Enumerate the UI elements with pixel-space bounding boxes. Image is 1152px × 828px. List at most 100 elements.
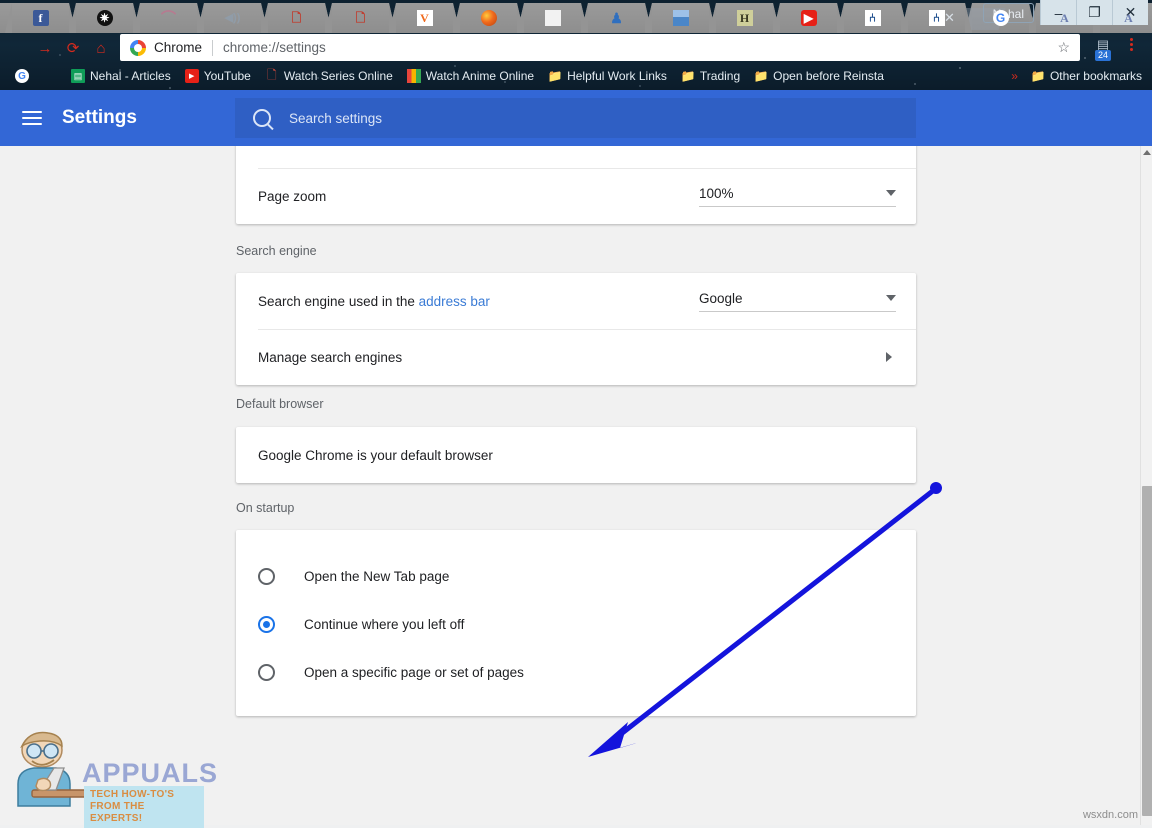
page-zoom-select[interactable]: 100% xyxy=(699,186,896,207)
zebra-icon: ⑃ xyxy=(929,10,945,26)
tab-item-11[interactable] xyxy=(652,3,709,33)
settings-search-box[interactable]: Search settings xyxy=(235,98,916,138)
tab-item-15[interactable]: ⑃ xyxy=(908,3,965,33)
scrollbar-thumb[interactable] xyxy=(1142,486,1152,816)
default-browser-card: Google Chrome is your default browser xyxy=(236,427,916,483)
startup-option-continue[interactable]: Continue where you left off xyxy=(236,600,916,648)
youtube-icon: ▶ xyxy=(185,69,199,83)
page-zoom-value: 100% xyxy=(699,186,734,201)
tab-item-9[interactable] xyxy=(524,3,581,33)
search-engine-row: Search engine used in the address bar Go… xyxy=(236,273,916,329)
radio-button-icon xyxy=(258,568,275,585)
search-icon xyxy=(253,109,271,127)
search-engine-section-title: Search engine xyxy=(236,244,317,258)
document-icon: 🗋 xyxy=(289,10,305,26)
tab-item-5[interactable]: 🗋 xyxy=(268,3,325,33)
close-tab-icon[interactable]: ✕ xyxy=(944,10,955,26)
default-browser-section-title: Default browser xyxy=(236,397,324,411)
reload-icon[interactable]: ⟳ xyxy=(64,39,82,57)
extension-badge: 24 xyxy=(1095,50,1111,61)
bookmark-other-bookmarks[interactable]: 📁 Other bookmarks xyxy=(1024,65,1152,87)
page-scrollbar[interactable] xyxy=(1140,146,1152,825)
bookmark-watch-series-online[interactable]: 🗋 Watch Series Online xyxy=(258,65,400,87)
bookmarks-overflow-icon[interactable]: » xyxy=(1011,69,1024,83)
appuals-wordmark: APPUALS xyxy=(82,758,218,789)
hamburger-icon[interactable] xyxy=(22,111,42,125)
bookmark-nehal-articles[interactable]: ▤ Nehal - Articles xyxy=(64,65,178,87)
firefox-icon xyxy=(481,10,497,26)
search-engine-card: Search engine used in the address bar Go… xyxy=(236,273,916,385)
search-engine-label: Search engine used in the address bar xyxy=(258,294,490,309)
tab-item-12[interactable]: H xyxy=(716,3,773,33)
blue-figure-icon: ♟ xyxy=(609,10,625,26)
bookmark-youtube[interactable]: ▶ YouTube xyxy=(178,65,258,87)
search-engine-value: Google xyxy=(699,291,743,306)
scroll-up-arrow-icon[interactable] xyxy=(1143,150,1151,155)
browser-toolbar: → ⟳ ⌂ Chrome chrome://settings ☆ ▤ 24 xyxy=(0,33,1152,62)
chevron-right-icon xyxy=(886,352,892,362)
search-engine-select[interactable]: Google xyxy=(699,291,896,312)
appuals-watermark: APPUALS TECH HOW-TO'S FROM THE EXPERTS! xyxy=(4,728,204,822)
zebra-icon: ⑃ xyxy=(865,10,881,26)
tab-item-3[interactable]: ⌒ xyxy=(140,3,197,33)
bookmark-label: Helpful Work Links xyxy=(567,69,667,83)
radio-button-selected-icon xyxy=(258,616,275,633)
search-input-placeholder: Search settings xyxy=(289,111,382,126)
bookmark-trading[interactable]: 📁 Trading xyxy=(674,65,747,87)
default-browser-status-row: Google Chrome is your default browser xyxy=(236,427,916,483)
omnibox-product-label: Chrome xyxy=(154,40,202,55)
blue-square-icon xyxy=(673,10,689,26)
bookmarks-bar: G ▤ Nehal - Articles ▶ YouTube 🗋 Watch S… xyxy=(0,62,1152,90)
facebook-icon: f xyxy=(33,10,49,26)
folder-icon: 📁 xyxy=(548,69,562,83)
document-icon: 🗋 xyxy=(353,10,369,26)
bookmark-star-icon[interactable]: ☆ xyxy=(1057,39,1070,56)
startup-option-specific-pages[interactable]: Open a specific page or set of pages xyxy=(236,648,916,696)
steam-icon: ✷ xyxy=(97,10,113,26)
startup-option-new-tab[interactable]: Open the New Tab page xyxy=(236,552,916,600)
microsoft-icon xyxy=(43,69,57,83)
chrome-menu-icon[interactable] xyxy=(1130,38,1133,51)
tab-strip-row: f ✷ ⌒ ◀)) 🗋 🗋 V ♟ H ▶ ⑃ ⑃ xyxy=(0,0,1152,33)
page-zoom-row: Page zoom 100% xyxy=(236,168,916,224)
swoosh-icon: ⌒ xyxy=(161,10,177,26)
bookmark-open-before-reinstall[interactable]: 📁 Open before Reinsta xyxy=(747,65,891,87)
tab-item-1[interactable]: f xyxy=(12,3,69,33)
tab-item-8[interactable] xyxy=(460,3,517,33)
tab-item-6[interactable]: 🗋 xyxy=(332,3,389,33)
bookmark-watch-anime-online[interactable]: Watch Anime Online xyxy=(400,65,541,87)
bookmark-label: Other bookmarks xyxy=(1050,69,1142,83)
omnibox-divider xyxy=(212,40,213,56)
tab-item-13[interactable]: ▶ xyxy=(780,3,837,33)
bookmark-label: Open before Reinsta xyxy=(773,69,884,83)
tab-item-7[interactable]: V xyxy=(396,3,453,33)
home-icon[interactable]: ⌂ xyxy=(92,39,110,57)
forward-icon[interactable]: → xyxy=(36,39,54,57)
settings-content: Customize fonts Page zoom 100% Search en… xyxy=(0,146,1140,825)
manage-search-engines-row[interactable]: Manage search engines xyxy=(236,329,916,385)
radio-button-icon xyxy=(258,664,275,681)
tab-item-4[interactable]: ◀)) xyxy=(204,3,261,33)
folder-icon: 📁 xyxy=(681,69,695,83)
tab-item-2[interactable]: ✷ xyxy=(76,3,133,33)
youtube-icon: ▶ xyxy=(801,10,817,26)
tab-item-14[interactable]: ⑃ xyxy=(844,3,901,33)
manage-search-engines-label: Manage search engines xyxy=(258,350,402,365)
tab-item-10[interactable]: ♟ xyxy=(588,3,645,33)
startup-option-label: Open a specific page or set of pages xyxy=(304,665,524,680)
bookmark-google[interactable]: G xyxy=(8,65,36,87)
chrome-logo-icon xyxy=(130,40,146,56)
on-startup-card: Open the New Tab page Continue where you… xyxy=(236,530,916,716)
address-bar[interactable]: Chrome chrome://settings ☆ xyxy=(120,34,1080,61)
appuals-mascot-icon xyxy=(4,728,94,818)
bookmark-helpful-work-links[interactable]: 📁 Helpful Work Links xyxy=(541,65,674,87)
anime-icon xyxy=(407,69,421,83)
wikihow-icon: H xyxy=(737,10,753,26)
speaker-icon: ◀)) xyxy=(225,10,241,26)
bookmark-label: Nehal - Articles xyxy=(90,69,171,83)
bookmark-microsoft[interactable] xyxy=(36,65,64,87)
customize-fonts-row[interactable]: Customize fonts xyxy=(236,146,916,168)
address-bar-link[interactable]: address bar xyxy=(419,294,490,309)
startup-option-label: Continue where you left off xyxy=(304,617,464,632)
blank-page-icon xyxy=(545,10,561,26)
